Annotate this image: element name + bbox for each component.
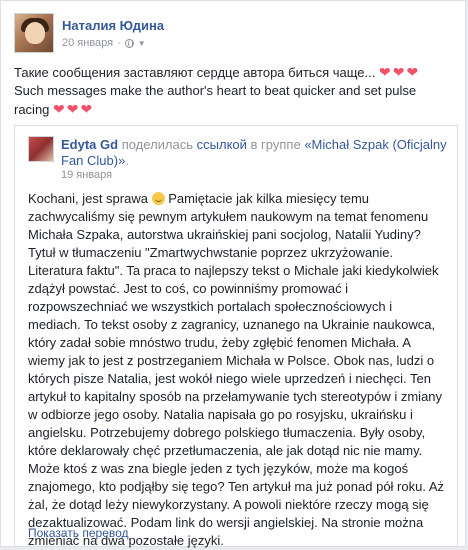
post-date[interactable]: 20 января [62, 37, 113, 49]
shared-body-text: Pamiętacie jak kilka miesięcy temu zachw… [28, 191, 445, 548]
heart-emoji-icons: ❤❤❤ [53, 101, 95, 117]
heart-emoji-icons: ❤❤❤ [378, 64, 421, 80]
header-period: . [125, 153, 129, 168]
shared-body-intro: Kochani, jest sprawa [28, 191, 152, 206]
shared-post: Edyta Gd поделилась ссылкой в группе «Mi… [14, 125, 458, 548]
avatar-face-shape [25, 22, 45, 44]
author-avatar[interactable] [14, 13, 54, 53]
shared-link[interactable]: ссылкой [197, 137, 247, 152]
post-author-name[interactable]: Наталия Юдина [62, 18, 164, 33]
in-group-text: в группе [250, 137, 301, 152]
post-card: Наталия Юдина 20 января · ▼ Такие сообще… [0, 0, 466, 548]
chevron-down-icon[interactable]: ▼ [138, 39, 146, 48]
shared-post-date[interactable]: 19 января [61, 169, 112, 181]
shared-action-text: поделилась [121, 137, 194, 152]
globe-icon[interactable] [124, 38, 134, 48]
post-text: Такие сообщения заставляют сердце автора… [14, 63, 454, 119]
separator-dot: · [117, 37, 121, 49]
show-translation-link[interactable]: Показать перевод [28, 526, 129, 540]
shared-post-header: Edyta Gd поделилась ссылкой в группе «Mi… [61, 137, 451, 169]
shared-author-name[interactable]: Edyta Gd [61, 137, 118, 152]
post-text-ru: Такие сообщения заставляют сердце автора… [14, 65, 376, 80]
shared-post-body: Kochani, jest sprawa Pamiętacie jak kilk… [28, 190, 448, 550]
smiley-icon [151, 192, 165, 205]
shared-author-avatar[interactable] [28, 136, 54, 162]
post-meta: 20 января · ▼ [62, 37, 146, 49]
